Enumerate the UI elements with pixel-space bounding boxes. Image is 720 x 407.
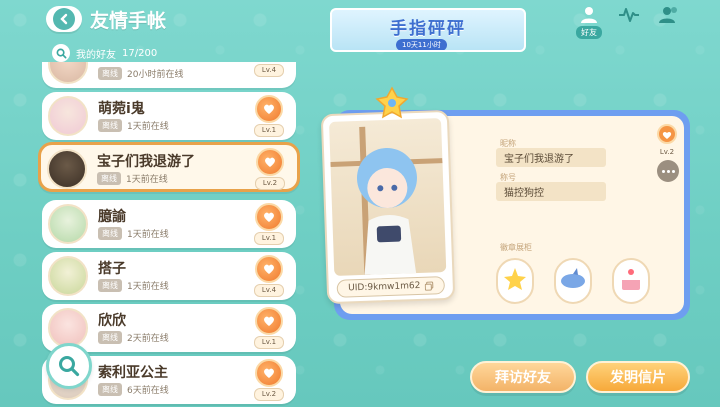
tab-friends[interactable]: 好友 — [574, 6, 604, 40]
badge-shark-icon — [561, 268, 585, 288]
level-badge: Lv.4 — [254, 255, 284, 297]
badge-star-icon — [504, 268, 526, 290]
badge-slot[interactable] — [554, 258, 592, 304]
level-label: Lv.1 — [254, 124, 284, 137]
dot-icon — [666, 169, 670, 173]
level-badge: Lv.2 — [254, 359, 284, 401]
heart-icon — [255, 95, 283, 123]
page-title: 友情手帐 — [90, 10, 167, 32]
tab-activity[interactable] — [614, 6, 644, 40]
friend-name: 欣欣 — [98, 313, 126, 329]
avatar — [48, 204, 88, 244]
person-icon — [581, 7, 597, 23]
status-badge: 离线 — [98, 227, 122, 240]
last-online: 6天前在线 — [127, 386, 169, 396]
friend-row[interactable]: 搭子 离线 1天前在线 Lv.4 — [42, 252, 296, 300]
avatar — [48, 62, 88, 84]
avatar — [48, 96, 88, 136]
friend-name: 臆諭 — [98, 209, 126, 225]
friend-name: 索利亚公主 — [98, 365, 168, 381]
level-badge: Lv.1 — [254, 95, 284, 137]
send-postcard-button[interactable]: 发明信片 — [586, 361, 690, 393]
uid-label[interactable]: UID:9kmw1m62 — [336, 276, 446, 298]
status-badge: 离线 — [97, 172, 121, 185]
tab-contacts[interactable] — [654, 6, 684, 40]
heart-icon — [255, 203, 283, 231]
profile-level-label: Lv.2 — [659, 148, 675, 156]
event-timer: 10天11小时 — [396, 39, 447, 50]
magnifier-icon — [59, 356, 80, 377]
event-title: 手指砰砰 — [390, 19, 466, 39]
avatar — [47, 149, 87, 189]
level-badge: Lv.4 — [254, 62, 284, 88]
friend-row[interactable]: 离线 20小时前在线 Lv.4 — [42, 62, 296, 88]
friend-row[interactable]: 欣欣 离线 2天前在线 Lv.1 — [42, 304, 296, 352]
people-icon — [659, 7, 677, 23]
last-online: 1天前在线 — [127, 282, 169, 292]
dot-icon — [661, 169, 665, 173]
avatar — [48, 308, 88, 348]
status-badge: 离线 — [98, 383, 122, 396]
pulse-icon — [619, 8, 639, 22]
status-badge: 离线 — [98, 279, 122, 292]
back-arrow-icon — [53, 8, 75, 30]
badge-slot[interactable] — [612, 258, 650, 304]
profile-level-badge: Lv.2 — [656, 124, 678, 156]
friend-row[interactable]: 臆諭 离线 1天前在线 Lv.1 — [42, 200, 296, 248]
status-badge: 离线 — [98, 119, 122, 132]
level-label: Lv.2 — [255, 177, 285, 190]
character-portrait — [328, 118, 447, 276]
heart-icon — [256, 148, 284, 176]
search-friend-button[interactable] — [46, 343, 92, 389]
friend-row-selected[interactable]: 宝子们我退游了 离线 1天前在线 Lv.2 — [38, 142, 300, 192]
last-online: 1天前在线 — [126, 175, 168, 185]
status-badge: 离线 — [98, 331, 122, 344]
level-badge: Lv.2 — [255, 148, 285, 190]
friend-row[interactable]: 萌菀i鬼 离线 1天前在线 Lv.1 — [42, 92, 296, 140]
level-label: Lv.4 — [254, 64, 284, 77]
tab-friends-label: 好友 — [576, 26, 602, 39]
uid-text: UID:9kmw1m62 — [348, 280, 421, 294]
last-online: 1天前在线 — [127, 230, 169, 240]
friend-count-label: 我的好友 — [76, 49, 116, 61]
status-badge: 离线 — [98, 67, 122, 80]
friend-name: 宝子们我退游了 — [97, 154, 195, 170]
friend-count-value: 17/200 — [122, 47, 158, 59]
level-badge: Lv.1 — [254, 307, 284, 349]
level-label: Lv.2 — [254, 388, 284, 401]
title-value: 猫控狗控 — [496, 182, 606, 201]
heart-icon — [255, 359, 283, 387]
dot-icon — [671, 169, 675, 173]
crown-icon — [375, 86, 409, 120]
profile-photo-frame: UID:9kmw1m62 — [320, 109, 456, 305]
last-online: 20小时前在线 — [127, 70, 184, 80]
friend-count: 我的好友 17/200 — [52, 44, 157, 62]
badge-slot[interactable] — [496, 258, 534, 304]
heart-icon — [255, 255, 283, 283]
heart-icon — [657, 124, 677, 144]
visit-friend-button[interactable]: 拜访好友 — [470, 361, 576, 393]
badge-cake-icon — [622, 269, 640, 290]
level-badge: Lv.1 — [254, 203, 284, 245]
friend-name: 萌菀i鬼 — [98, 101, 145, 117]
search-icon — [52, 44, 70, 62]
event-banner[interactable]: 手指砰砰 10天11小时 — [330, 8, 526, 52]
heart-icon — [255, 307, 283, 335]
level-label: Lv.1 — [254, 336, 284, 349]
level-label: Lv.1 — [254, 232, 284, 245]
more-options-button[interactable] — [657, 160, 679, 182]
friend-name: 搭子 — [98, 261, 126, 277]
last-online: 2天前在线 — [127, 334, 169, 344]
copy-icon — [424, 281, 433, 291]
back-button[interactable] — [46, 6, 82, 32]
nickname-value: 宝子们我退游了 — [496, 148, 606, 167]
last-online: 1天前在线 — [127, 122, 169, 132]
avatar — [48, 256, 88, 296]
level-label: Lv.4 — [254, 284, 284, 297]
decorations-label: 徽章展柜 — [500, 243, 532, 252]
